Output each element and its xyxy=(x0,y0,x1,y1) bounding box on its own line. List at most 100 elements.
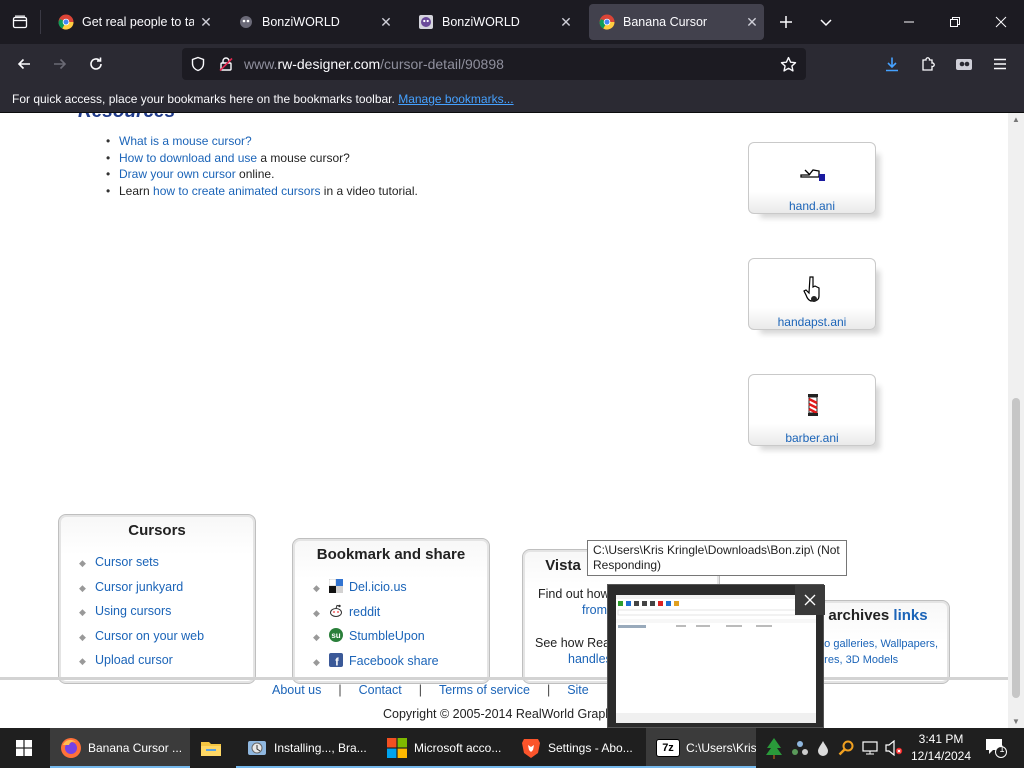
delicious-link[interactable]: Del.icio.us xyxy=(349,580,407,594)
start-button[interactable] xyxy=(0,728,48,768)
draw-cursor-link[interactable]: Draw your own cursor xyxy=(119,167,236,181)
tracking-protection-shield-icon[interactable] xyxy=(190,56,206,72)
scrollbar-thumb[interactable] xyxy=(1012,398,1020,698)
tray-tree-icon[interactable] xyxy=(760,728,788,768)
taskbar-item-7zip[interactable]: 7z C:\Users\Kris xyxy=(646,728,756,768)
cursor-card-handapst[interactable]: handapst.ani xyxy=(748,258,876,330)
downloads-button[interactable] xyxy=(878,50,906,78)
archives-box-title: rs archives links xyxy=(810,607,928,624)
bookmarks-toolbar: For quick access, place your bookmarks h… xyxy=(0,84,1024,113)
close-tab-icon[interactable]: ✕ xyxy=(194,14,218,31)
upload-cursor-link[interactable]: Upload cursor xyxy=(95,653,173,667)
cursor-sets-link[interactable]: Cursor sets xyxy=(95,555,159,569)
taskbar-item-brave-settings[interactable]: Settings - Abo... xyxy=(510,728,646,768)
taskbar-item-file-explorer[interactable] xyxy=(190,728,234,768)
restore-button[interactable] xyxy=(932,0,978,44)
tray-volume-muted-icon[interactable] xyxy=(882,728,906,768)
cursor-card-barber[interactable]: barber.ani xyxy=(748,374,876,446)
forward-button[interactable] xyxy=(46,50,74,78)
list-all-tabs-button[interactable] xyxy=(0,0,40,44)
footer-divider xyxy=(0,677,1008,680)
animated-cursors-tutorial-link[interactable]: how to create animated cursors xyxy=(153,184,320,198)
wallpapers-link[interactable]: Wallpapers, xyxy=(880,638,938,650)
new-tab-button[interactable] xyxy=(772,8,800,36)
sitemap-link[interactable]: Site xyxy=(567,683,589,697)
cursor-on-web-link[interactable]: Cursor on your web xyxy=(95,629,204,643)
address-bar[interactable]: www.rw-designer.com/cursor-detail/90898 xyxy=(182,48,806,80)
cursors-box-title: Cursors xyxy=(128,522,186,539)
bullet-icon: ◆ xyxy=(79,558,86,568)
insecure-lock-icon[interactable] xyxy=(218,56,234,72)
close-tab-icon[interactable]: ✕ xyxy=(374,14,398,31)
cursors-box: Cursors ◆ Cursor sets ◆ Cursor junkyard ◆ U… xyxy=(58,514,256,684)
svg-text:su: su xyxy=(331,631,340,640)
cursor-junkyard-link[interactable]: Cursor junkyard xyxy=(95,580,183,594)
vista-link[interactable]: handles xyxy=(568,652,612,666)
tray-droplet-icon[interactable] xyxy=(812,728,834,768)
bonzi-icon xyxy=(240,16,252,28)
7zip-icon: 7z xyxy=(656,739,680,757)
url-path: /cursor-detail/90898 xyxy=(380,56,504,72)
tray-network-app-icon[interactable] xyxy=(788,728,812,768)
url-text[interactable]: www.rw-designer.com/cursor-detail/90898 xyxy=(244,56,504,72)
tab-get-real-people[interactable]: Get real people to take ✕ xyxy=(48,4,218,40)
how-to-download-link[interactable]: How to download and use xyxy=(119,151,257,165)
svg-text:f: f xyxy=(335,656,339,667)
using-cursors-link[interactable]: Using cursors xyxy=(95,604,171,618)
bookmark-star-icon[interactable] xyxy=(780,56,797,73)
clock[interactable]: 3:41 PM 12/14/2024 xyxy=(907,731,975,765)
app-menu-button[interactable] xyxy=(986,50,1014,78)
page-scrollbar[interactable]: ▲ ▼ xyxy=(1008,113,1024,728)
photo-galleries-link[interactable]: oto galleries, xyxy=(815,638,877,650)
archives-links-link[interactable]: links xyxy=(893,607,927,624)
close-tab-icon[interactable]: ✕ xyxy=(740,14,764,31)
taskbar-item-firefox[interactable]: Banana Cursor ... xyxy=(50,728,190,768)
tab-separator xyxy=(40,10,41,34)
tray-network-icon[interactable] xyxy=(858,728,882,768)
reload-button[interactable] xyxy=(82,50,110,78)
action-center-button[interactable]: 1 xyxy=(978,728,1014,768)
what-is-cursor-link[interactable]: What is a mouse cursor? xyxy=(119,134,252,148)
vista-link[interactable]: from xyxy=(582,603,607,617)
account-button[interactable] xyxy=(950,50,978,78)
taskbar-item-microsoft-account[interactable]: Microsoft acco... xyxy=(376,728,510,768)
navigation-toolbar: www.rw-designer.com/cursor-detail/90898 xyxy=(0,44,1024,84)
list-item: What is a mouse cursor? xyxy=(106,134,418,151)
close-window-button[interactable] xyxy=(978,0,1024,44)
resources-list: What is a mouse cursor? How to download … xyxy=(106,134,418,200)
close-preview-button[interactable] xyxy=(795,585,825,615)
scroll-up-arrow-icon[interactable]: ▲ xyxy=(1012,115,1020,124)
window-preview-image xyxy=(616,595,816,723)
scroll-down-arrow-icon[interactable]: ▼ xyxy=(1012,717,1020,726)
tab-overflow-button[interactable] xyxy=(812,8,840,36)
3d-models-link[interactable]: 3D Models xyxy=(846,654,899,666)
chrome-icon xyxy=(58,14,74,30)
taskbar-item-label: Banana Cursor ... xyxy=(88,741,183,755)
facebook-share-link[interactable]: Facebook share xyxy=(349,654,439,668)
tab-bonziworld-1[interactable]: BonziWORLD ✕ xyxy=(228,4,398,40)
list-item: Draw your own cursor online. xyxy=(106,167,418,184)
hamburger-menu-icon xyxy=(994,58,1006,70)
footer-separator: | xyxy=(338,683,342,697)
close-tab-icon[interactable]: ✕ xyxy=(554,14,578,31)
contact-link[interactable]: Contact xyxy=(359,683,402,697)
reddit-link[interactable]: reddit xyxy=(349,605,380,619)
manage-bookmarks-link[interactable]: Manage bookmarks... xyxy=(398,92,513,106)
vista-text: See how Rea xyxy=(535,636,611,650)
archives-line: tures, 3D Models xyxy=(815,654,898,666)
minimize-button[interactable] xyxy=(886,0,932,44)
list-item: ◆ f Facebook share xyxy=(313,652,439,678)
tray-search-app-icon[interactable] xyxy=(834,728,858,768)
tab-banana-cursor[interactable]: Banana Cursor ✕ xyxy=(589,4,764,40)
taskbar-item-installer[interactable]: Installing..., Bra... xyxy=(236,728,376,768)
back-button[interactable] xyxy=(10,50,38,78)
stumbleupon-link[interactable]: StumbleUpon xyxy=(349,629,425,643)
extensions-button[interactable] xyxy=(914,50,942,78)
about-us-link[interactable]: About us xyxy=(272,683,321,697)
bullet-icon: ◆ xyxy=(79,582,86,593)
tab-bonziworld-2[interactable]: BonziWORLD ✕ xyxy=(408,4,578,40)
taskbar-item-label: Installing..., Bra... xyxy=(274,741,367,755)
cursor-card-hand[interactable]: hand.ani xyxy=(748,142,876,214)
terms-of-service-link[interactable]: Terms of service xyxy=(439,683,530,697)
taskbar-thumbnail-preview[interactable] xyxy=(607,584,825,728)
